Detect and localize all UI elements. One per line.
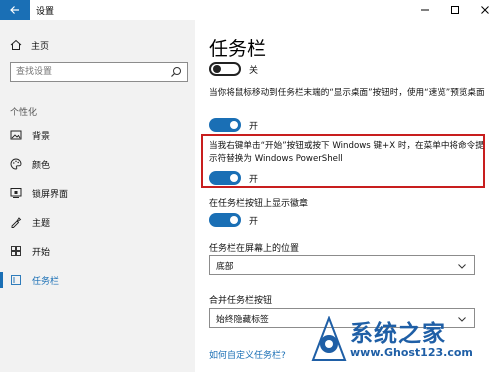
sidebar-item-start[interactable]: 开始 [0,240,195,262]
chevron-down-icon [458,264,466,269]
theme-icon [10,216,22,228]
title-bar: 设置 [0,0,500,20]
lock-screen-icon [10,187,22,199]
start-icon [10,245,22,257]
dropdown-value: 始终隐藏标签 [216,314,269,325]
toggle-switch[interactable] [209,118,241,132]
watermark-logo-icon [311,316,347,361]
toggle-state-label: 关 [249,65,259,76]
toggle-state-label: 开 [249,121,259,132]
dropdown-value: 底部 [216,261,234,272]
badges-toggle-row: 开 [209,213,258,227]
sidebar-item-colors[interactable]: 颜色 [0,153,195,175]
image-icon [10,129,22,141]
home-icon [10,39,22,50]
sidebar-item-label: 锁屏界面 [32,189,69,200]
position-label: 任务栏在屏幕上的位置 [209,244,300,254]
sidebar-item-label: 主题 [32,218,51,229]
badges-label: 在任务栏按钮上显示徽章 [209,199,309,209]
powershell-description: 当我右键单击“开始”按钮或按下 Windows 键+X 时，在菜单中将命令提示符… [209,141,484,164]
maximize-icon [451,6,459,14]
combine-label: 合并任务栏按钮 [209,296,273,306]
toggle-switch[interactable] [209,171,241,185]
back-arrow-icon [10,6,19,14]
sidebar-item-label: 开始 [32,247,51,258]
watermark-url: www.Ghost123.com [350,346,473,359]
help-link[interactable]: 如何自定义任务栏? [209,348,286,361]
home-label: 主页 [31,41,50,52]
minimize-icon [421,9,429,11]
minimize-button[interactable] [410,0,440,20]
maximize-button[interactable] [440,0,470,20]
page-title: 任务栏 [209,38,267,60]
sidebar-item-lock-screen[interactable]: 锁屏界面 [0,182,195,204]
sidebar-item-taskbar[interactable]: 任务栏 [0,269,195,291]
sidebar: 主页 个性化 背景 颜色 [0,20,195,372]
palette-icon [10,158,22,170]
powershell-toggle-row: 开 [209,171,258,185]
desktop-peek-toggle-row: 关 [209,62,258,76]
peek-toggle-row: 开 [209,118,258,132]
close-icon [481,6,489,14]
sidebar-item-label: 颜色 [32,160,51,171]
toggle-state-label: 开 [249,174,259,185]
sidebar-item-home[interactable]: 主页 [0,36,195,54]
sidebar-item-themes[interactable]: 主题 [0,211,195,233]
search-input[interactable] [11,63,161,81]
toggle-switch[interactable] [209,62,241,76]
sidebar-item-label: 背景 [32,131,51,142]
toggle-state-label: 开 [249,216,259,227]
close-button[interactable] [470,0,500,20]
toggle-switch[interactable] [209,213,241,227]
watermark: 系统之家 www.Ghost123.com [310,310,500,372]
back-button[interactable] [0,0,30,20]
window-title: 设置 [36,7,55,17]
search-box[interactable] [10,62,188,82]
search-icon[interactable] [170,66,182,78]
sidebar-item-background[interactable]: 背景 [0,124,195,146]
watermark-title: 系统之家 [350,321,446,347]
section-label-personalization: 个性化 [10,108,38,118]
taskbar-icon [10,274,22,286]
position-dropdown[interactable]: 底部 [209,255,475,275]
peek-description: 当你将鼠标移动到任务栏末端的“显示桌面”按钮时，使用“速览”预览桌面 [209,88,485,98]
sidebar-item-label: 任务栏 [32,276,60,287]
